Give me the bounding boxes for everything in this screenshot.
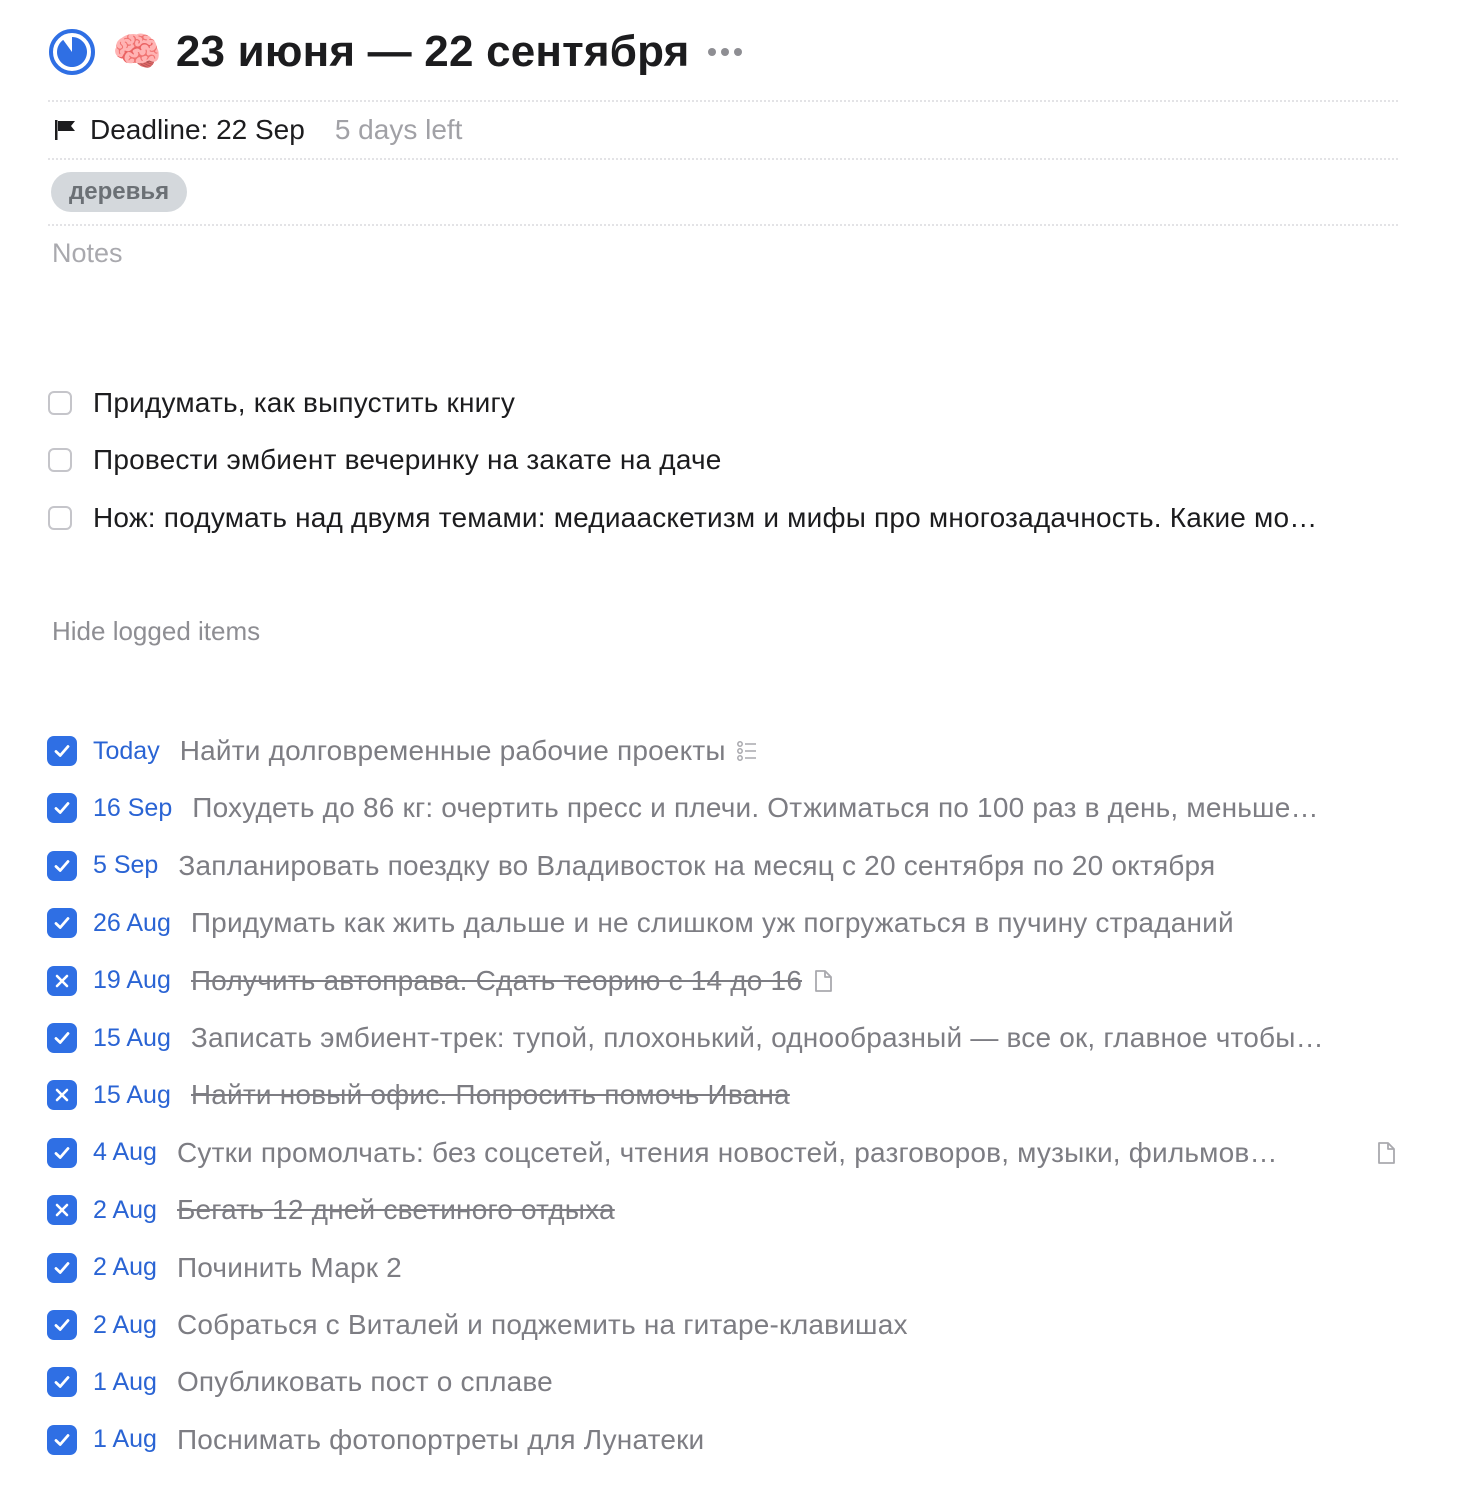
todo-checkbox[interactable] xyxy=(48,448,72,472)
divider xyxy=(48,158,1398,160)
todo-title: Придумать, как выпустить книгу xyxy=(93,387,516,418)
logged-title: Запланировать поездку во Владивосток на … xyxy=(178,849,1216,881)
logged-date: 16 Sep xyxy=(93,793,173,822)
todo-checkbox[interactable] xyxy=(48,506,72,530)
more-dot-icon xyxy=(733,48,742,56)
logged-item[interactable]: 2 Aug Бегать 12 дней светиного отдыха xyxy=(47,1190,1427,1230)
canceled-checkbox[interactable] xyxy=(47,1080,77,1111)
logged-title: Поснимать фотопортреты для Лунатеки xyxy=(176,1423,705,1455)
completed-checkbox[interactable] xyxy=(47,908,77,939)
logged-item[interactable]: 2 Aug Починить Марк 2 xyxy=(47,1248,1427,1288)
completed-checkbox[interactable] xyxy=(47,1367,77,1398)
todo-item[interactable]: Придумать, как выпустить книгу xyxy=(48,383,1418,423)
completed-checkbox[interactable] xyxy=(47,793,77,824)
page-title[interactable]: 23 июня — 22 сентября xyxy=(176,27,690,77)
logged-date: 5 Sep xyxy=(93,851,159,880)
divider xyxy=(48,100,1398,102)
logged-date: 1 Aug xyxy=(93,1425,157,1454)
logged-date: 26 Aug xyxy=(93,908,171,937)
completed-checkbox[interactable] xyxy=(47,1424,77,1455)
logged-title: Сутки промолчать: без соцсетей, чтения н… xyxy=(176,1136,1278,1168)
logged-item[interactable]: 19 Aug Получить автоправа. Сдать теорию с… xyxy=(47,961,1427,1001)
logged-date: 19 Aug xyxy=(93,966,171,995)
logged-date: 1 Aug xyxy=(93,1367,157,1396)
flag-icon xyxy=(55,120,75,140)
todo-title: Провести эмбиент вечеринку на закате на … xyxy=(93,444,722,475)
project-header: 🧠 23 июня — 22 сентября xyxy=(48,22,742,82)
logged-title: Бегать 12 дней светиного отдыха xyxy=(176,1194,615,1226)
logged-title: Записать эмбиент-трек: тупой, плохонький… xyxy=(190,1022,1324,1053)
logged-title: Найти новый офис. Попросить помочь Ивана xyxy=(190,1079,790,1111)
logged-title: Опубликовать пост о сплаве xyxy=(176,1366,553,1398)
todo-title: Нож: подумать над двумя темами: медиааск… xyxy=(93,502,1318,533)
canceled-checkbox[interactable] xyxy=(47,965,77,996)
logged-title: Получить автоправа. Сдать теорию с 14 до… xyxy=(190,964,803,996)
completed-checkbox[interactable] xyxy=(47,1252,77,1283)
deadline-row[interactable]: Deadline: 22 Sep 5 days left xyxy=(52,110,462,150)
logged-item[interactable]: 1 Aug Поснимать фотопортреты для Лунатеки xyxy=(47,1420,1427,1460)
logged-date: 15 Aug xyxy=(93,1023,171,1052)
notes-field[interactable]: Notes xyxy=(52,238,123,269)
progress-fill xyxy=(57,37,87,67)
logged-item[interactable]: 26 Aug Придумать как жить дальше и не сли… xyxy=(47,903,1427,943)
logged-item[interactable]: 15 Aug Найти новый офис. Попросить помочь… xyxy=(47,1075,1427,1115)
tag-chip[interactable]: деревья xyxy=(51,172,188,212)
divider xyxy=(48,224,1398,226)
logged-item[interactable]: 2 Aug Собраться с Виталей и поджемить на … xyxy=(47,1305,1427,1345)
note-icon xyxy=(812,969,834,993)
completed-checkbox[interactable] xyxy=(47,1310,77,1340)
note-icon xyxy=(1375,1141,1397,1165)
logged-date: 2 Aug xyxy=(93,1195,157,1224)
more-options-button[interactable] xyxy=(707,48,742,56)
progress-pie-icon[interactable] xyxy=(48,28,96,76)
logged-date: 4 Aug xyxy=(93,1138,157,1167)
deadline-label: Deadline: 22 Sep xyxy=(90,114,305,145)
logged-item[interactable]: 5 Sep Запланировать поездку во Владивосто… xyxy=(47,846,1427,886)
logged-date: 2 Aug xyxy=(93,1253,157,1282)
checklist-icon xyxy=(736,739,758,763)
logged-title: Похудеть до 86 кг: очертить пресс и плеч… xyxy=(192,792,1319,824)
more-dot-icon xyxy=(707,48,716,56)
deadline-remaining: 5 days left xyxy=(334,114,463,145)
completed-checkbox[interactable] xyxy=(47,850,77,881)
completed-checkbox[interactable] xyxy=(47,736,77,766)
logged-item[interactable]: 1 Aug Опубликовать пост о сплаве xyxy=(47,1362,1427,1402)
logged-date: Today xyxy=(93,736,160,765)
completed-checkbox[interactable] xyxy=(47,1023,77,1053)
logged-title: Придумать как жить дальше и не слишком у… xyxy=(190,907,1234,939)
todo-item[interactable]: Нож: подумать над двумя темами: медиааск… xyxy=(48,498,1418,538)
canceled-checkbox[interactable] xyxy=(47,1195,77,1226)
more-dot-icon xyxy=(720,48,729,56)
logged-item[interactable]: 16 Sep Похудеть до 86 кг: очертить пресс … xyxy=(47,788,1427,828)
todo-checkbox[interactable] xyxy=(48,391,72,415)
hide-logged-items-button[interactable]: Hide logged items xyxy=(52,616,260,647)
logged-item[interactable]: 4 Aug Сутки промолчать: без соцсетей, чте… xyxy=(47,1133,1427,1173)
logged-date: 2 Aug xyxy=(93,1310,157,1339)
project-emoji: 🧠 xyxy=(112,29,162,75)
todo-item[interactable]: Провести эмбиент вечеринку на закате на … xyxy=(48,440,1418,480)
logged-item[interactable]: 15 Aug Записать эмбиент-трек: тупой, плох… xyxy=(47,1018,1427,1058)
logged-title: Найти долговременные рабочие проекты xyxy=(179,735,726,766)
logged-title: Собраться с Виталей и поджемить на гитар… xyxy=(176,1309,908,1340)
logged-date: 15 Aug xyxy=(93,1080,171,1109)
logged-title: Починить Марк 2 xyxy=(176,1251,402,1283)
logged-item[interactable]: Today Найти долговременные рабочие проект… xyxy=(47,731,1427,771)
completed-checkbox[interactable] xyxy=(47,1137,77,1168)
